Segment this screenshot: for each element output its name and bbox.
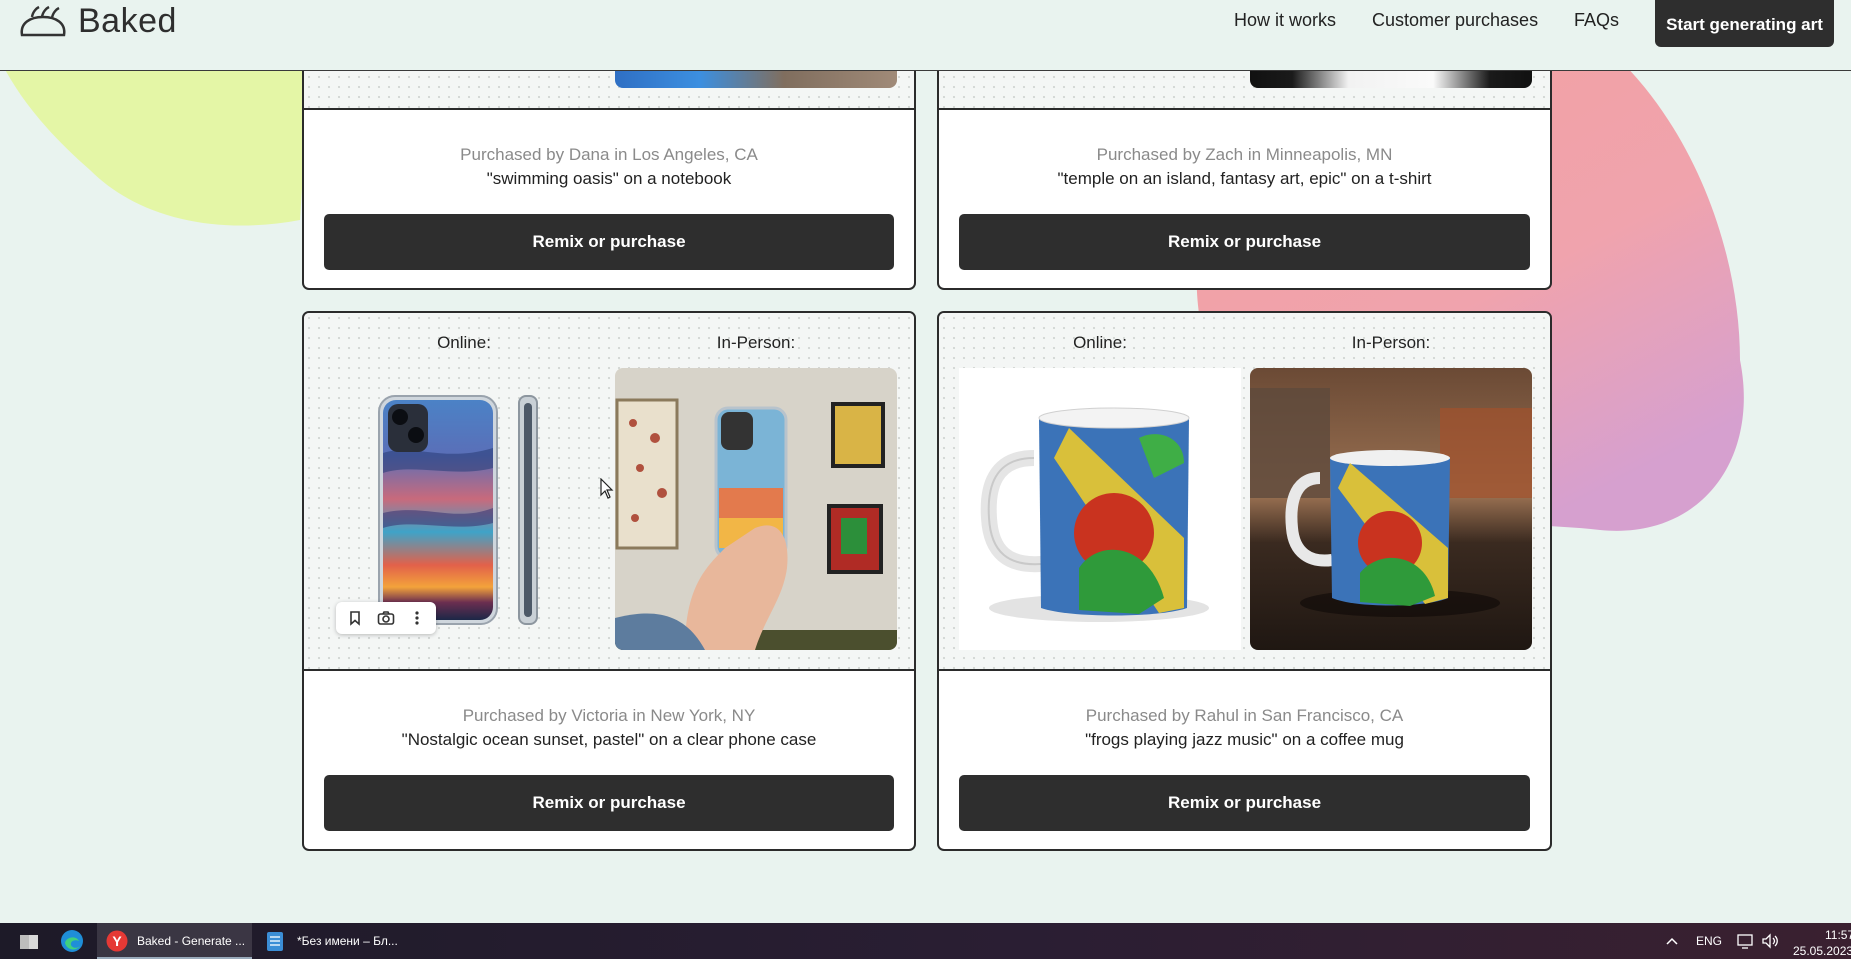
purchase-info: Purchased by Dana in Los Angeles, CA	[460, 145, 758, 164]
logo-text: Baked	[78, 2, 177, 40]
nav-faqs[interactable]: FAQs	[1574, 10, 1619, 31]
prompt-text: "frogs playing jazz music" on a coffee m…	[1085, 730, 1404, 749]
clock-date[interactable]: 25.05.2023	[1793, 933, 1851, 959]
nav-how-it-works[interactable]: How it works	[1234, 10, 1336, 31]
volume-icon[interactable]	[1761, 923, 1779, 959]
remix-or-purchase-button[interactable]: Remix or purchase	[959, 214, 1530, 270]
remix-or-purchase-button[interactable]: Remix or purchase	[324, 214, 894, 270]
remix-or-purchase-button[interactable]: Remix or purchase	[959, 775, 1530, 831]
windows-taskbar: Y Baked - Generate ... *Без имени – Бл..…	[0, 923, 1851, 959]
edge-browser-icon[interactable]	[60, 923, 84, 959]
start-generating-art-button[interactable]: Start generating art	[1655, 0, 1834, 47]
site-header: Baked How it works Customer purchases FA…	[0, 0, 1851, 71]
phone-case-inperson-photo[interactable]	[615, 368, 897, 650]
prompt-text: "temple on an island, fantasy art, epic"…	[1057, 169, 1432, 188]
taskbar-app-label: Baked - Generate ...	[137, 934, 246, 948]
mug-online-image[interactable]	[959, 368, 1241, 650]
bread-logo-icon	[20, 5, 66, 36]
inperson-label: In-Person:	[1351, 333, 1431, 352]
chevron-up-icon[interactable]	[1665, 923, 1679, 959]
bookmark-icon[interactable]	[342, 605, 368, 631]
purchase-info: Purchased by Rahul in San Francisco, CA	[1085, 706, 1404, 725]
mouse-cursor-icon	[600, 478, 614, 499]
nav-customer-purchases[interactable]: Customer purchases	[1372, 10, 1538, 31]
prompt-text: "swimming oasis" on a notebook	[486, 169, 732, 188]
online-label: Online:	[1073, 333, 1127, 352]
camera-icon[interactable]	[373, 605, 399, 631]
more-vertical-icon[interactable]	[404, 605, 430, 631]
inperson-label: In-Person:	[716, 333, 796, 352]
prompt-text: "Nostalgic ocean sunset, pastel" on a cl…	[401, 730, 817, 749]
network-icon[interactable]	[1737, 923, 1755, 959]
online-label: Online:	[437, 333, 491, 352]
purchase-card-rahul: Online: In-Person: Purchased by Rahul in…	[937, 311, 1552, 851]
phone-case-online-image[interactable]	[364, 393, 544, 628]
image-hover-toolbar	[336, 602, 436, 634]
logo[interactable]: Baked	[18, 2, 177, 41]
svg-text:Y: Y	[112, 933, 122, 949]
background-blob-green	[0, 60, 310, 226]
purchase-card-victoria: Online: In-Person: Purchased by Victoria…	[302, 311, 916, 851]
yandex-browser-icon: Y	[106, 923, 128, 959]
remix-or-purchase-button[interactable]: Remix or purchase	[324, 775, 894, 831]
notepad-icon[interactable]	[266, 923, 284, 959]
mug-inperson-photo[interactable]	[1250, 368, 1532, 650]
start-button-icon[interactable]	[18, 923, 42, 959]
purchase-info: Purchased by Zach in Minneapolis, MN	[1096, 145, 1393, 164]
language-indicator[interactable]: ENG	[1696, 923, 1722, 959]
taskbar-app-label[interactable]: *Без имени – Бл...	[297, 923, 398, 959]
purchase-info: Purchased by Victoria in New York, NY	[462, 706, 756, 725]
